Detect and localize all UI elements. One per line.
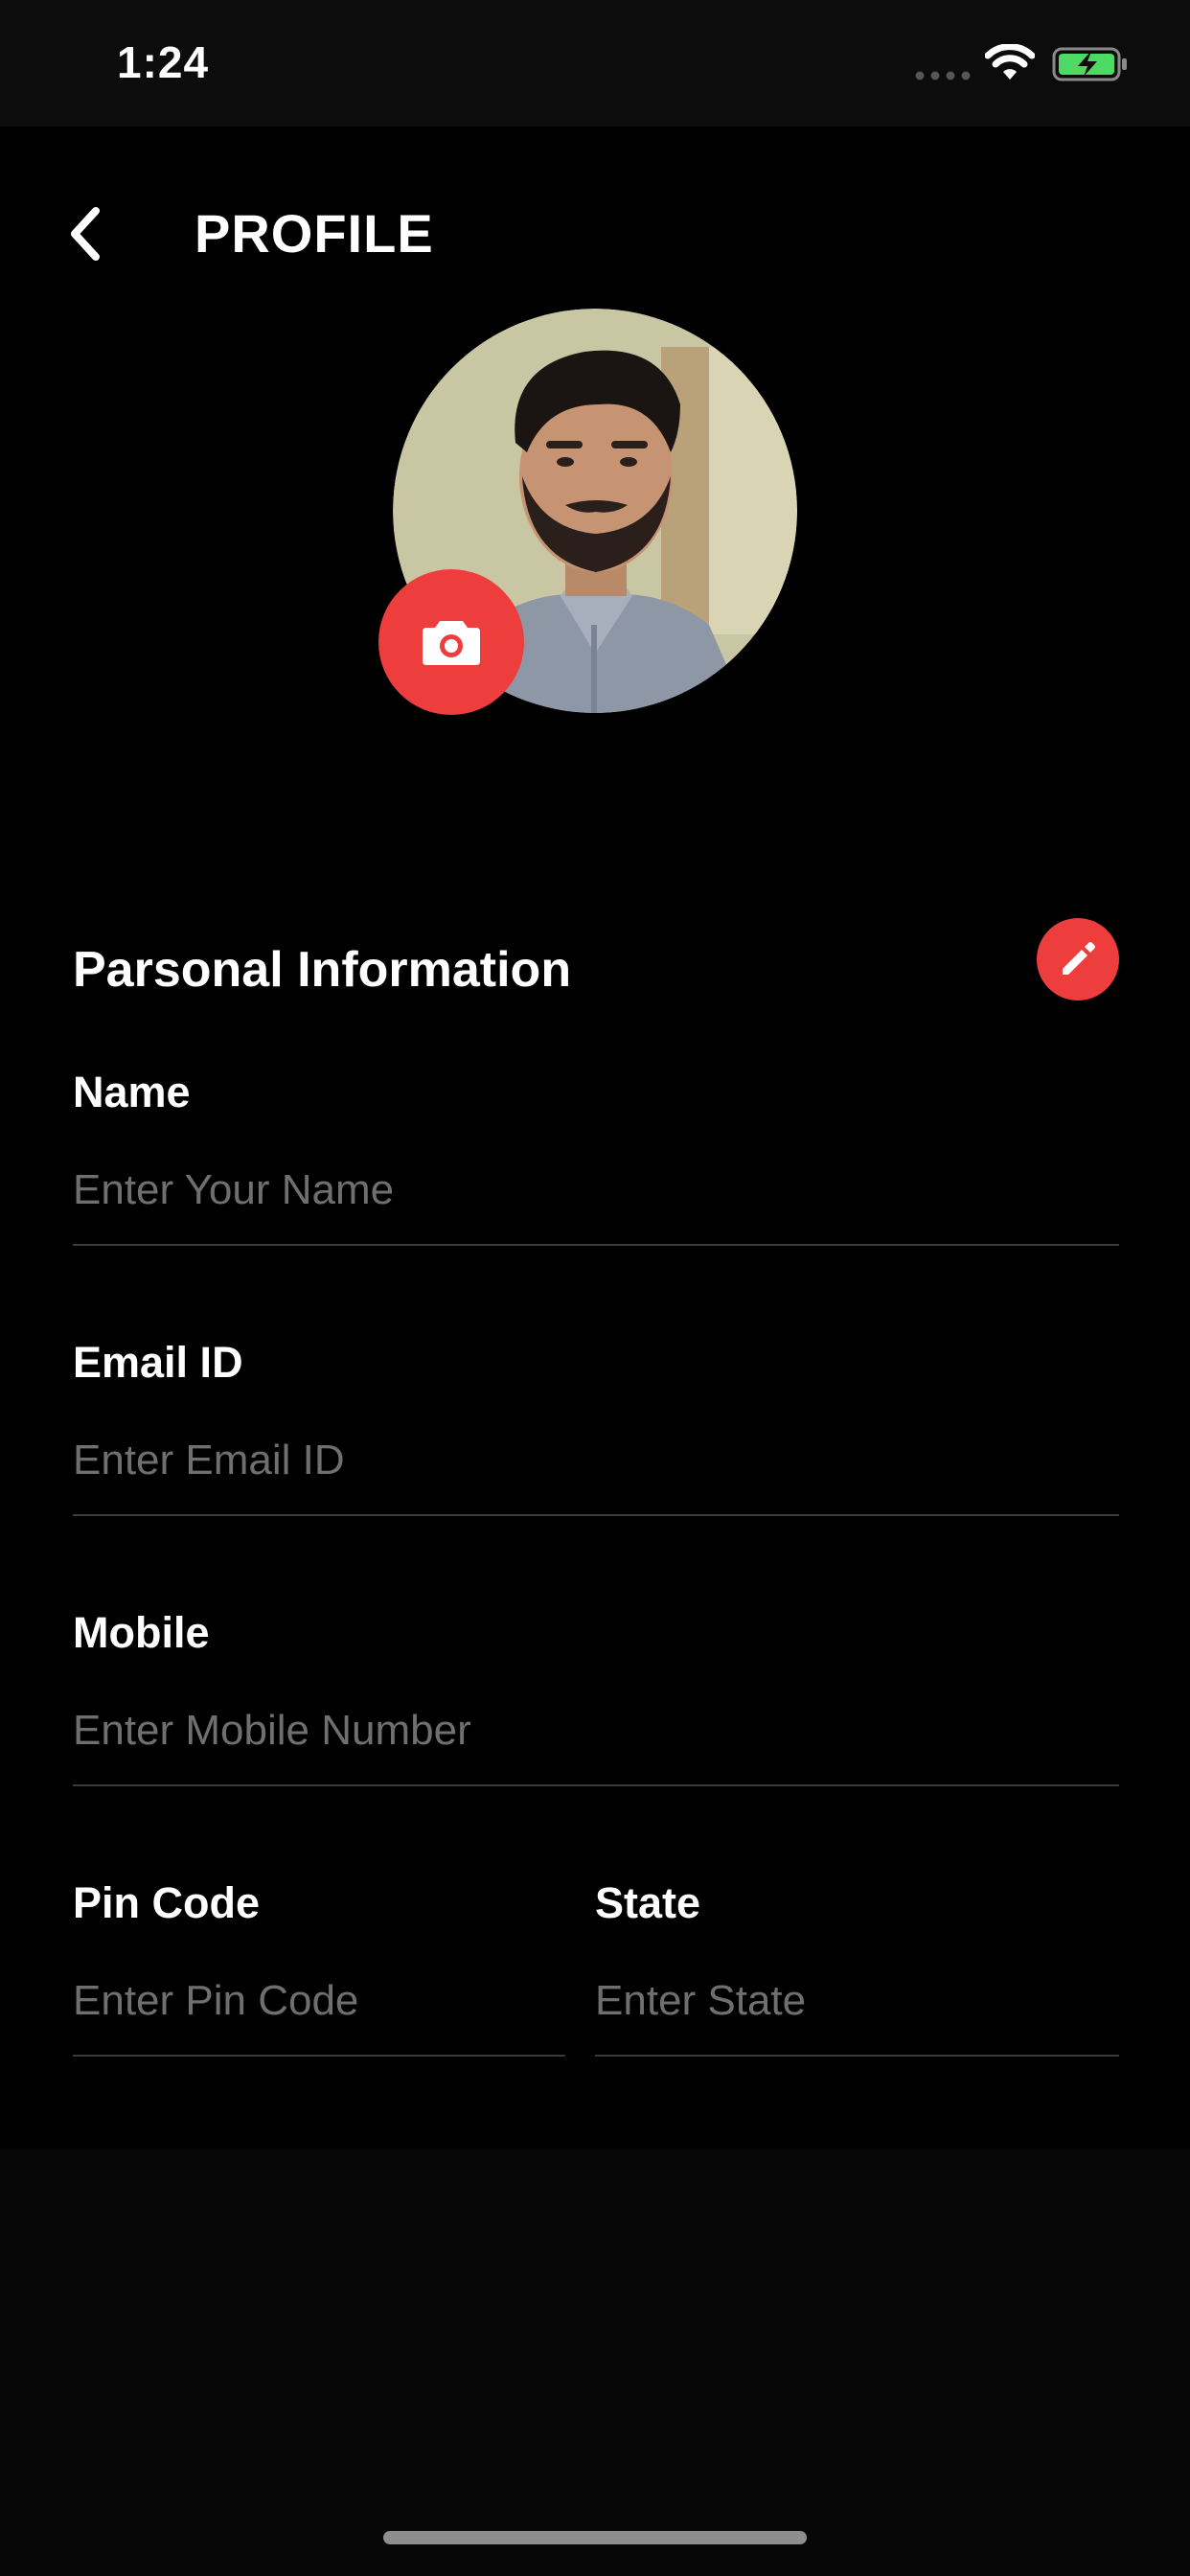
state-divider <box>595 2055 1119 2057</box>
profile-screen: PROFILE Parsonal Information Name Enter … <box>0 126 1190 2149</box>
pincode-label: Pin Code <box>73 1878 261 1927</box>
email-input[interactable] <box>73 1422 1119 1499</box>
cellular-signal-icon <box>915 71 971 80</box>
home-indicator[interactable] <box>383 2531 807 2544</box>
mobile-divider <box>73 1784 1119 1786</box>
status-time: 1:24 <box>117 37 210 87</box>
state-input[interactable] <box>595 1963 1119 2039</box>
back-button[interactable] <box>57 186 115 282</box>
state-field: State <box>595 1874 1119 2058</box>
status-bar: 1:24 <box>0 0 1190 126</box>
chevron-left-icon <box>71 207 100 261</box>
email-field: Email ID <box>73 1334 1119 1518</box>
pincode-divider <box>73 2055 565 2057</box>
pincode-field: Pin Code <box>73 1874 565 2058</box>
pincode-input[interactable] <box>73 1963 565 2039</box>
battery-charging-icon <box>1052 47 1127 81</box>
name-label: Name <box>73 1068 191 1116</box>
wifi-icon <box>985 44 1035 80</box>
camera-icon <box>423 621 480 665</box>
name-field: Name <box>73 1064 1119 1248</box>
pencil-icon <box>1063 942 1095 975</box>
state-label: State <box>595 1878 701 1927</box>
edit-button[interactable] <box>1037 918 1119 1000</box>
mobile-label: Mobile <box>73 1608 210 1657</box>
name-divider <box>73 1244 1119 1246</box>
page-title: PROFILE <box>195 203 434 264</box>
section-title: Parsonal Information <box>73 942 572 998</box>
mobile-field: Mobile <box>73 1604 1119 1788</box>
email-divider <box>73 1514 1119 1516</box>
name-input[interactable] <box>73 1152 1119 1229</box>
mobile-input[interactable] <box>73 1692 1119 1769</box>
email-label: Email ID <box>73 1338 243 1387</box>
change-photo-button[interactable] <box>378 569 524 715</box>
